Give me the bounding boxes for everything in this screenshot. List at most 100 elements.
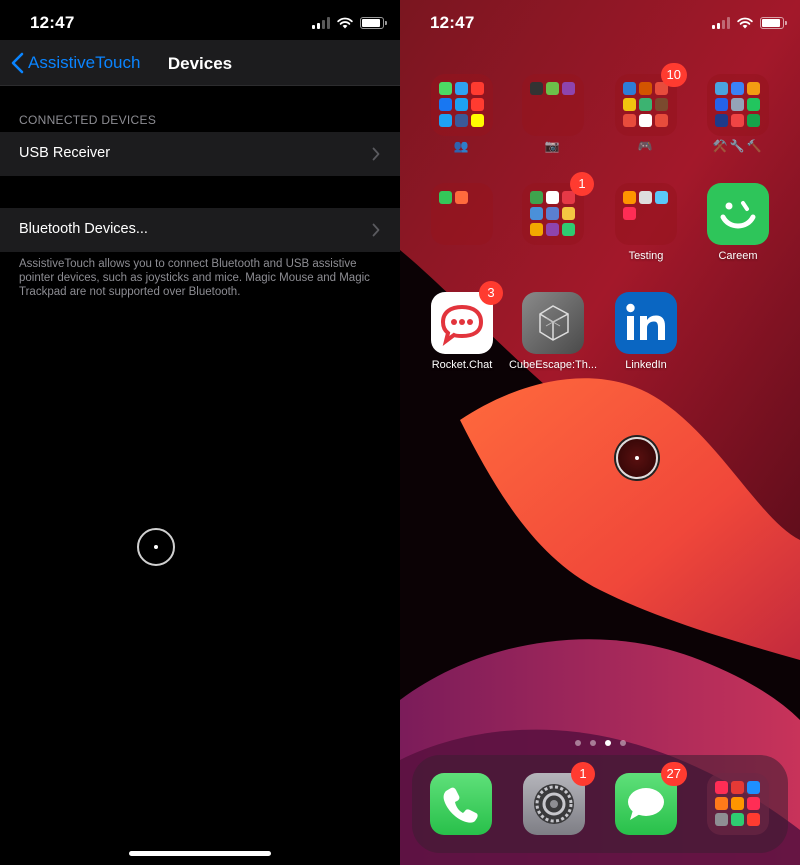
mini-app-icon: [530, 207, 543, 220]
mini-app-icon: [471, 114, 484, 127]
folder-label: 👥: [453, 139, 471, 153]
settings-icon: 1: [523, 762, 595, 835]
mini-app-icon: [715, 797, 728, 810]
battery-icon: [760, 17, 787, 29]
mini-app-icon: [530, 223, 543, 236]
mini-app-icon: [439, 82, 452, 95]
pointer-cursor: [137, 528, 175, 566]
cellular-signal-icon: [712, 17, 730, 29]
notification-badge: 1: [571, 762, 595, 786]
chevron-right-icon: [372, 223, 380, 237]
mini-app-icon: [623, 207, 636, 220]
mini-app-icon: [747, 781, 760, 794]
mini-app-icon: [623, 98, 636, 111]
rocket-chat-icon: 3: [431, 281, 503, 354]
pointer-cursor: [616, 437, 658, 479]
folder-social[interactable]: 👥: [417, 74, 507, 153]
app-label: LinkedIn: [625, 359, 667, 371]
mini-app-icon: [455, 114, 468, 127]
mini-app-icon: [715, 98, 728, 111]
folder-testing[interactable]: Testing: [601, 183, 691, 262]
mini-app-icon: [471, 98, 484, 111]
dock-app-messages[interactable]: 27: [601, 762, 691, 835]
mini-app-icon: [562, 82, 575, 95]
folder-label: 🎮: [637, 139, 655, 153]
bluetooth-devices-row[interactable]: Bluetooth Devices...: [0, 208, 400, 252]
mini-app-icon: [455, 82, 468, 95]
mini-app-icon: [655, 191, 668, 204]
mini-app-icon: [747, 797, 760, 810]
folder-photo[interactable]: 📷: [508, 74, 598, 153]
status-icons: [312, 16, 387, 30]
folder-tools[interactable]: ⚒️🔧🔨: [693, 74, 783, 153]
usb-receiver-row[interactable]: USB Receiver: [0, 132, 400, 176]
folder-icon: [431, 183, 493, 245]
mini-app-icon: [546, 223, 559, 236]
mini-app-icon: [731, 781, 744, 794]
folder-icon: [522, 74, 584, 136]
app-label: Testing: [628, 250, 664, 262]
home-screen: 12:47 👥 📷 10 🎮 ⚒️🔧🔨 1 Testing Careem 3 R…: [400, 0, 800, 865]
page-title: Devices: [167, 54, 233, 73]
mini-app-icon: [747, 98, 760, 111]
app-linkedin[interactable]: LinkedIn: [601, 292, 691, 371]
mini-app-icon: [455, 98, 468, 111]
mini-app-icon: [731, 82, 744, 95]
mini-app-icon: [623, 114, 636, 127]
notification-badge: 1: [570, 172, 594, 196]
cellular-signal-icon: [312, 17, 330, 29]
mini-app-icon: [562, 207, 575, 220]
dock: 1 27: [412, 755, 788, 853]
folder-apps[interactable]: 1: [508, 172, 598, 245]
folder-icon: 10: [615, 63, 687, 136]
mini-app-icon: [655, 98, 668, 111]
mini-app-icon: [546, 207, 559, 220]
section-header: CONNECTED DEVICES: [19, 113, 157, 127]
mini-app-icon: [439, 191, 452, 204]
page-dot: [574, 740, 581, 746]
mini-app-icon: [439, 98, 452, 111]
dock-app-phone[interactable]: [416, 773, 506, 835]
mini-app-icon: [655, 114, 668, 127]
mini-app-icon: [546, 191, 559, 204]
page-dot: [619, 740, 626, 746]
mini-app-icon: [546, 82, 559, 95]
app-rocket-chat[interactable]: 3 Rocket.Chat: [417, 281, 507, 371]
phone-icon: [430, 773, 492, 835]
notification-badge: 27: [660, 762, 687, 786]
app-label: CubeEscape:Th...: [508, 359, 598, 371]
mini-app-icon: [439, 114, 452, 127]
battery-icon: [360, 17, 387, 29]
mini-app-icon: [715, 82, 728, 95]
messages-icon: 27: [615, 762, 687, 835]
mini-app-icon: [747, 813, 760, 826]
app-label: Careem: [718, 250, 758, 262]
mini-app-icon: [639, 82, 652, 95]
folder-icon: [707, 74, 769, 136]
page-indicator[interactable]: [400, 740, 800, 746]
home-indicator[interactable]: [129, 851, 271, 856]
app-label: Rocket.Chat: [431, 359, 493, 371]
mini-app-icon: [623, 191, 636, 204]
folder-label: 📷: [544, 139, 562, 153]
mini-app-icon: [747, 82, 760, 95]
mini-app-icon: [623, 82, 636, 95]
dock-app-settings[interactable]: 1: [509, 762, 599, 835]
mini-app-icon: [639, 191, 652, 204]
mini-app-icon: [639, 114, 652, 127]
page-dot: [589, 740, 596, 746]
folder-misc[interactable]: [417, 183, 507, 245]
app-cube-escape[interactable]: CubeEscape:Th...: [508, 292, 598, 371]
app-careem[interactable]: Careem: [693, 183, 783, 262]
status-bar: 12:47: [400, 0, 800, 46]
dock-folder[interactable]: [693, 773, 783, 835]
mini-app-icon: [715, 114, 728, 127]
mini-app-icon: [530, 191, 543, 204]
mini-app-icon: [715, 781, 728, 794]
cube-escape-icon: [522, 292, 584, 354]
mini-app-icon: [471, 82, 484, 95]
folder-games[interactable]: 10 🎮: [601, 63, 691, 153]
navigation-bar: AssistiveTouch Devices: [0, 40, 400, 86]
mini-app-icon: [731, 813, 744, 826]
status-icons: [712, 16, 787, 30]
